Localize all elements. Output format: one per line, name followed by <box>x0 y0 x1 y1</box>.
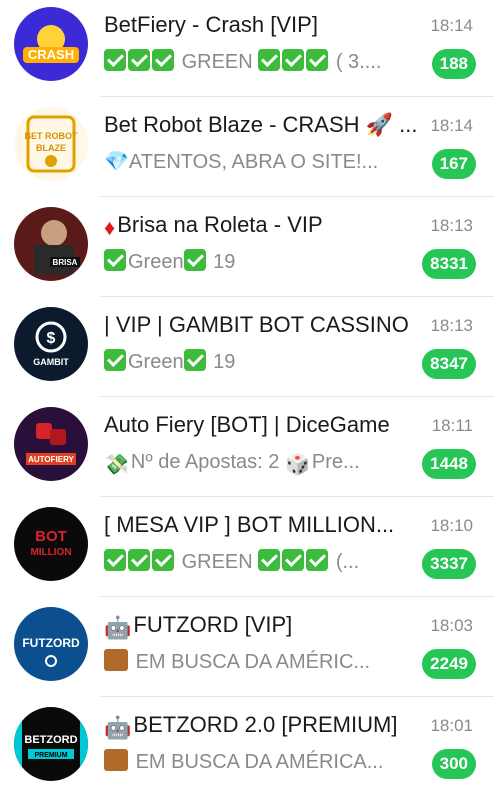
svg-text:BLAZE: BLAZE <box>36 143 66 153</box>
unread-badge: 2249 <box>422 649 476 679</box>
svg-text:PREMIUM: PREMIUM <box>34 752 67 759</box>
chat-title: Bet Robot Blaze - CRASH 🚀 ... <box>104 112 418 137</box>
check-icon <box>258 549 281 571</box>
chat-row-bot-million[interactable]: BOT MILLION [ MESA VIP ] BOT MILLION... … <box>0 497 494 597</box>
avatar-label: CRASH <box>28 47 74 62</box>
avatar-label: AUTOFIERY <box>28 455 74 464</box>
preview-text: Green <box>128 351 184 373</box>
chat-time: 18:14 <box>430 116 473 135</box>
chat-row-betfiery-crash[interactable]: CRASH BetFiery - Crash [VIP] 18:14 GREEN… <box>0 0 494 97</box>
svg-text:$: $ <box>47 330 56 347</box>
check-icon <box>282 549 305 571</box>
chat-preview: Green 19 <box>104 348 404 376</box>
red-diamond-icon: ♦ <box>104 215 116 240</box>
preview-text: Nº de Apostas: 2 <box>130 451 280 473</box>
chat-preview: GREEN ( 3.... <box>104 48 404 76</box>
avatar[interactable]: BETZORD PREMIUM <box>14 707 88 781</box>
unread-badge: 300 <box>431 749 476 779</box>
check-icon <box>183 249 206 271</box>
chat-row-brisa-roleta[interactable]: BRISA ♦Brisa na Roleta - VIP 18:13 Green… <box>0 197 494 297</box>
avatar[interactable]: BRISA <box>14 207 88 281</box>
avatar-label: GAMBIT <box>33 357 69 367</box>
chat-time: 18:13 <box>430 216 473 235</box>
preview-text: GREEN <box>181 51 253 73</box>
crowd-icon <box>104 749 128 771</box>
svg-text:BETZORD: BETZORD <box>24 734 77 746</box>
chat-row-auto-fiery[interactable]: AUTOFIERY Auto Fiery [BOT] | DiceGame 18… <box>0 397 494 497</box>
preview-tail: Pre... <box>311 451 360 473</box>
avatar[interactable]: FUTZORD <box>14 607 88 681</box>
title-text: BETZORD 2.0 [PREMIUM] <box>133 712 398 737</box>
preview-text: EM BUSCA DA AMÉRICA... <box>135 751 384 773</box>
svg-text:BET ROBOT: BET ROBOT <box>25 131 79 141</box>
crowd-icon <box>104 649 128 671</box>
unread-badge: 167 <box>431 149 476 179</box>
chat-time: 18:10 <box>430 516 473 535</box>
money-icon: 💸 <box>104 454 129 476</box>
unread-badge: 3337 <box>422 549 476 579</box>
avatar[interactable]: BOT MILLION <box>14 507 88 581</box>
chat-title: [ MESA VIP ] BOT MILLION... <box>104 512 395 537</box>
preview-tail: ( 3.... <box>335 51 382 73</box>
check-icon <box>152 49 174 71</box>
title-text: Brisa na Roleta - VIP <box>117 212 323 237</box>
check-icon <box>104 549 126 571</box>
chat-time: 18:14 <box>430 16 473 35</box>
chat-row-betzord[interactable]: BETZORD PREMIUM 🤖BETZORD 2.0 [PREMIUM] 1… <box>0 697 494 797</box>
check-icon <box>128 549 150 571</box>
unread-badge: 8331 <box>422 249 476 279</box>
check-icon <box>306 549 329 571</box>
avatar-label: FUTZORD <box>22 636 80 650</box>
chat-title: Auto Fiery [BOT] | DiceGame <box>104 412 390 437</box>
check-icon <box>104 49 126 71</box>
avatar[interactable]: AUTOFIERY <box>14 407 88 481</box>
check-icon <box>306 49 329 71</box>
avatar-label: BRISA <box>53 258 78 267</box>
chat-preview: 💎ATENTOS, ABRA O SITE!... <box>104 151 379 173</box>
check-icon <box>183 349 206 371</box>
chat-title: BetFiery - Crash [VIP] <box>104 12 318 37</box>
avatar[interactable]: BET ROBOT BLAZE <box>14 107 88 181</box>
chat-preview: 💸 Nº de Apostas: 2 🎲 Pre... <box>104 448 404 479</box>
chat-title: | VIP | GAMBIT BOT CASSINO <box>104 312 409 337</box>
chat-preview: Green 19 <box>104 248 404 276</box>
title-text: FUTZORD [VIP] <box>133 612 293 637</box>
preview-text: GREEN <box>181 551 253 573</box>
unread-badge: 1448 <box>422 449 476 479</box>
unread-badge: 8347 <box>422 349 476 379</box>
chat-time: 18:11 <box>431 416 473 435</box>
chat-title: 🤖BETZORD 2.0 [PREMIUM] <box>104 711 422 742</box>
chat-time: 18:03 <box>430 616 473 635</box>
svg-text:BOT: BOT <box>35 528 67 545</box>
preview-tail: 19 <box>213 251 236 273</box>
check-icon <box>258 49 281 71</box>
chat-row-bet-robot-blaze[interactable]: BET ROBOT BLAZE Bet Robot Blaze - CRASH … <box>0 97 494 197</box>
unread-badge: 188 <box>431 49 476 79</box>
svg-text:MILLION: MILLION <box>30 547 71 558</box>
preview-text: EM BUSCA DA AMÉRIC... <box>135 651 371 673</box>
chat-title: ♦Brisa na Roleta - VIP <box>104 211 422 242</box>
preview-tail: (... <box>335 551 360 573</box>
chat-row-gambit-bot[interactable]: $ GAMBIT | VIP | GAMBIT BOT CASSINO 18:1… <box>0 297 494 397</box>
check-icon <box>104 349 126 371</box>
avatar[interactable]: CRASH <box>14 7 88 81</box>
chat-time: 18:13 <box>430 316 473 335</box>
check-icon <box>104 249 126 271</box>
check-icon <box>282 49 305 71</box>
chat-row-futzord[interactable]: FUTZORD 🤖FUTZORD [VIP] 18:03 EM BUSCA DA… <box>0 597 494 697</box>
chat-time: 18:01 <box>430 716 473 735</box>
chat-list: CRASH BetFiery - Crash [VIP] 18:14 GREEN… <box>0 0 494 800</box>
chat-preview: EM BUSCA DA AMÉRIC... <box>104 648 404 676</box>
chat-title: 🤖FUTZORD [VIP] <box>104 611 422 642</box>
dice-icon: 🎲 <box>284 454 310 476</box>
chat-preview: EM BUSCA DA AMÉRICA... <box>104 748 404 776</box>
robot-icon: 🤖 <box>104 715 132 740</box>
preview-text: Green <box>128 251 184 273</box>
avatar[interactable]: $ GAMBIT <box>14 307 88 381</box>
check-icon <box>152 549 174 571</box>
preview-tail: 19 <box>213 351 236 373</box>
robot-icon: 🤖 <box>104 615 132 640</box>
check-icon <box>128 49 150 71</box>
chat-preview: GREEN (... <box>104 548 404 576</box>
